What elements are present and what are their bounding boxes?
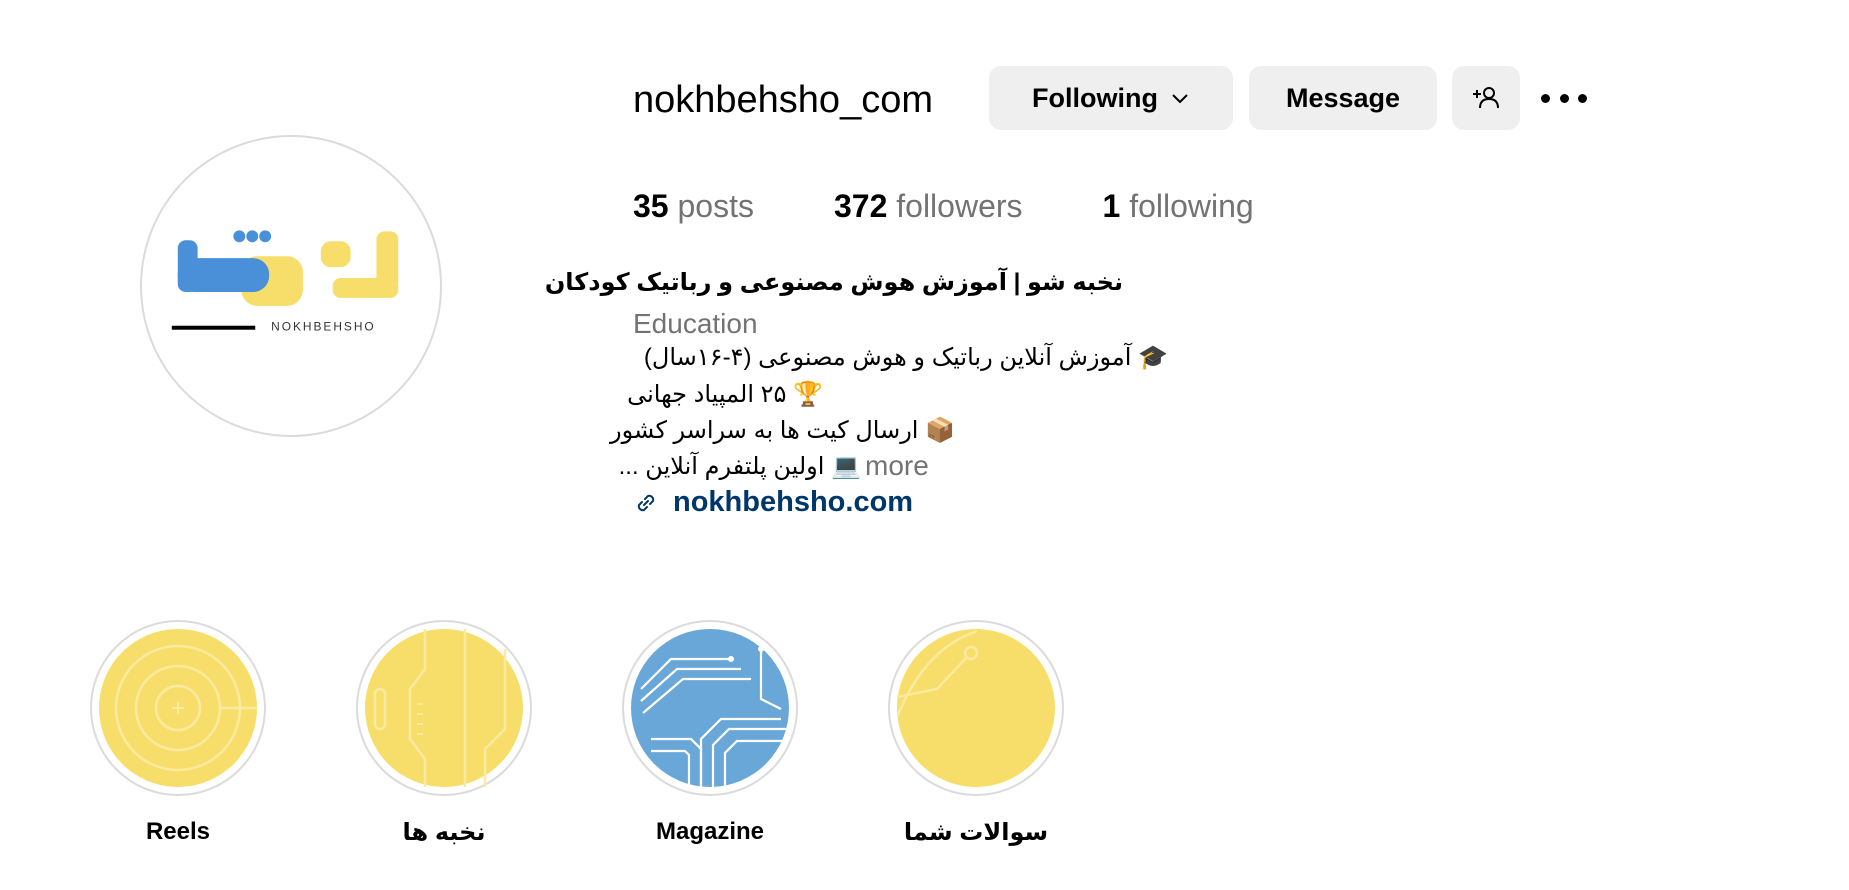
profile-avatar[interactable]: NOKHBEHSHO (140, 135, 442, 437)
highlight-label: Reels (145, 818, 211, 845)
message-button[interactable]: Message (1249, 66, 1437, 130)
bio-link[interactable]: nokhbehsho.com (633, 486, 913, 519)
following-button-label: Following (1032, 82, 1158, 113)
posts-count: 35 (633, 188, 669, 224)
highlight-cover (622, 620, 798, 796)
bio-link-text[interactable]: nokhbehsho.com (673, 486, 913, 519)
circuit-arc-icon (897, 629, 1055, 787)
bio-line: 🎓 آموزش آنلاین رباتیک و هوش مصنوعی (۴-۱۶… (643, 344, 1168, 371)
nokhbehsho-logo: NOKHBEHSHO (171, 230, 399, 334)
following-stat[interactable]: 1 following (1103, 188, 1254, 225)
following-button[interactable]: Following (989, 66, 1233, 130)
circuit-board-icon (631, 629, 789, 787)
bio-display-name: نخبه شو | آموزش هوش مصنوعی و رباتیک کودک… (544, 269, 1123, 296)
bio-line: 💻 اولین پلتفرم آنلاین ... (618, 453, 861, 480)
bio-line: 📦 ارسال کیت ها به سراسر کشور (610, 417, 955, 444)
highlight-label: Magazine (655, 818, 765, 845)
logo-wordmark: NOKHBEHSHO (271, 320, 376, 334)
followers-label: followers (896, 188, 1023, 224)
circuit-pattern-icon (365, 629, 523, 787)
story-highlight[interactable]: Reels (90, 620, 266, 846)
following-count: 1 (1102, 188, 1121, 224)
target-circles-icon (99, 629, 257, 787)
following-label: following (1129, 188, 1254, 224)
posts-stat[interactable]: 35 posts (633, 188, 754, 225)
highlight-label: نخبه ها (402, 819, 486, 846)
posts-label: posts (677, 188, 754, 224)
story-highlight[interactable]: نخبه ها (356, 620, 532, 847)
highlight-cover (90, 620, 266, 796)
highlight-label: سوالات شما (903, 819, 1049, 846)
highlight-cover (356, 620, 532, 796)
story-highlight[interactable]: Magazine (622, 620, 798, 846)
more-options-icon[interactable] (1541, 80, 1587, 116)
add-person-icon (1473, 87, 1499, 109)
bio-category: Education (633, 308, 758, 339)
followers-stat[interactable]: 372 followers (834, 188, 1023, 225)
bio-line: 🏆 ۲۵ المپیاد جهانی (627, 381, 823, 408)
chevron-down-icon (1170, 88, 1190, 108)
story-highlight[interactable]: سوالات شما (888, 620, 1064, 847)
username: nokhbehsho_com (633, 79, 933, 121)
message-button-label: Message (1285, 82, 1401, 113)
followers-count: 372 (833, 188, 888, 224)
suggest-accounts-button[interactable] (1452, 66, 1520, 130)
highlight-cover (888, 620, 1064, 796)
bio-more-link[interactable]: more (865, 450, 929, 482)
link-icon (637, 494, 655, 511)
profile-stats: 35 posts 372 followers 1 following (633, 188, 1334, 225)
